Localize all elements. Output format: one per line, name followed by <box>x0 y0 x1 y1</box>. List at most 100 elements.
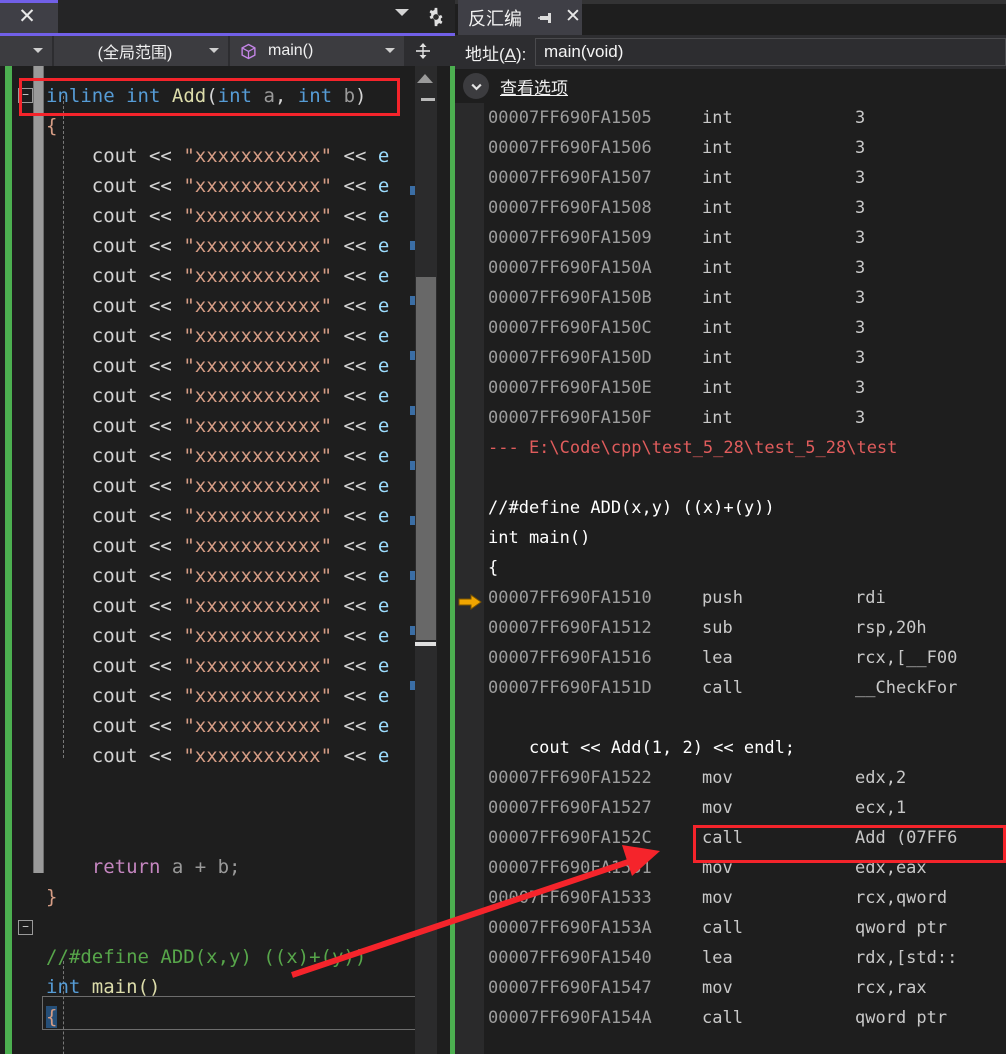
token-cout: cout <box>91 655 138 677</box>
close-icon[interactable]: ✕ <box>18 6 36 27</box>
disassembly-row[interactable]: 00007FF690FA1505 int 3 <box>455 103 1006 133</box>
instruction-operand: 3 <box>855 318 866 338</box>
token-string: "xxxxxxxxxxx" <box>183 685 333 707</box>
instruction-operand: rsp,20h <box>855 618 927 638</box>
project-combo[interactable] <box>0 36 54 66</box>
scroll-tick <box>410 241 415 250</box>
code-editor-surface[interactable]: − − inline int Add(int a, int b) { cout … <box>0 66 455 1054</box>
token-endl-partial: e <box>377 625 390 647</box>
gear-icon[interactable] <box>425 6 447 28</box>
token-endl-partial: e <box>377 685 390 707</box>
chevron-down-icon[interactable] <box>395 9 409 16</box>
token-shift: << <box>343 145 367 167</box>
disassembly-row[interactable]: 00007FF690FA1509 int 3 <box>455 223 1006 253</box>
token-shift: << <box>343 625 367 647</box>
token-cout: cout <box>91 685 138 707</box>
disassembly-row[interactable]: 00007FF690FA1522 mov edx,2 <box>455 763 1006 793</box>
token-endl-partial: e <box>377 565 390 587</box>
token-cout: cout <box>91 715 138 737</box>
disassembly-row[interactable]: 00007FF690FA150A int 3 <box>455 253 1006 283</box>
disassembly-row[interactable]: 00007FF690FA150B int 3 <box>455 283 1006 313</box>
chevron-down-icon[interactable] <box>463 73 489 99</box>
pin-icon[interactable] <box>538 10 554 26</box>
token-endl-partial: e <box>377 655 390 677</box>
disassembly-row[interactable]: 00007FF690FA150D int 3 <box>455 343 1006 373</box>
disassembly-source-line[interactable]: //#define ADD(x,y) ((x)+(y)) <box>455 493 1006 523</box>
source-code-text: { <box>488 558 499 578</box>
close-icon[interactable]: ✕ <box>565 7 581 27</box>
source-code-text: //#define ADD(x,y) ((x)+(y)) <box>488 498 775 518</box>
disassembly-row[interactable]: 00007FF690FA1516 lea rcx,[__F00 <box>455 643 1006 673</box>
instruction-operand: 3 <box>855 138 866 158</box>
token-string: "xxxxxxxxxxx" <box>183 625 333 647</box>
scrollbar-thumb[interactable] <box>416 277 436 640</box>
code-line-cout: cout << "xxxxxxxxxxx" << e <box>46 291 390 321</box>
code-line-cout: cout << "xxxxxxxxxxx" << e <box>46 321 390 351</box>
disassembly-row[interactable]: 00007FF690FA1510 push rdi <box>455 583 1006 613</box>
disassembly-source-line[interactable]: { <box>455 553 1006 583</box>
disassembly-listing[interactable]: 00007FF690FA1505 int 3 00007FF690FA1506 int 3… <box>455 103 1006 1054</box>
editor-tabstrip: ✕ <box>0 0 455 33</box>
disassembly-row[interactable]: 00007FF690FA1508 int 3 <box>455 193 1006 223</box>
disassembly-row[interactable]: 00007FF690FA1512 sub rsp,20h <box>455 613 1006 643</box>
token-string: "xxxxxxxxxxx" <box>183 145 333 167</box>
scroll-tick <box>410 406 415 415</box>
token-shift: << <box>148 745 172 767</box>
instruction-mnemonic: int <box>702 378 733 398</box>
scope-combo[interactable]: (全局范围) <box>54 36 230 66</box>
scroll-up-arrow-icon[interactable] <box>417 74 433 83</box>
view-options-row[interactable]: 查看选项 <box>455 69 1006 103</box>
function-combo[interactable]: main() <box>230 36 406 66</box>
token-shift: << <box>148 715 172 737</box>
instruction-operand: qword ptr <box>855 918 948 938</box>
token-main: main() <box>91 976 161 998</box>
instruction-mnemonic: mov <box>702 888 733 908</box>
token-endl-partial: e <box>377 595 390 617</box>
token-shift: << <box>343 205 367 227</box>
code-line-cout: cout << "xxxxxxxxxxx" << e <box>46 231 390 261</box>
disassembly-row[interactable]: 00007FF690FA1531 mov edx,eax <box>455 853 1006 883</box>
token-string: "xxxxxxxxxxx" <box>183 235 333 257</box>
disassembly-row[interactable]: 00007FF690FA154A call qword ptr <box>455 1003 1006 1033</box>
scroll-tick <box>410 571 415 580</box>
disassembly-source-line[interactable]: cout << Add(1, 2) << endl; <box>455 733 1006 763</box>
disassembly-row[interactable]: 00007FF690FA1547 mov rcx,rax <box>455 973 1006 1003</box>
token-lparen: ( <box>206 85 218 107</box>
token-endl-partial: e <box>377 535 390 557</box>
disassembly-row[interactable]: 00007FF690FA150C int 3 <box>455 313 1006 343</box>
split-view-button[interactable] <box>406 36 440 66</box>
disassembly-row[interactable]: 00007FF690FA1533 mov rcx,qword <box>455 883 1006 913</box>
token-shift: << <box>148 475 172 497</box>
editor-tab-active[interactable]: ✕ <box>0 0 58 33</box>
disassembly-row[interactable]: 00007FF690FA150E int 3 <box>455 373 1006 403</box>
disassembly-row[interactable]: 00007FF690FA1540 lea rdx,[std:: <box>455 943 1006 973</box>
token-endl-partial: e <box>377 505 390 527</box>
disassembly-source-path[interactable]: --- E:\Code\cpp\test_5_28\test_5_28\test <box>455 433 1006 463</box>
instruction-address: 00007FF690FA150B <box>488 288 652 308</box>
disassembly-row[interactable]: 00007FF690FA150F int 3 <box>455 403 1006 433</box>
token-shift: << <box>148 355 172 377</box>
instruction-mnemonic: int <box>702 228 733 248</box>
address-input[interactable]: main(void) <box>535 38 1006 66</box>
disassembly-row[interactable]: 00007FF690FA153A call qword ptr <box>455 913 1006 943</box>
split-window-icon <box>416 43 430 59</box>
disassembly-row[interactable]: 00007FF690FA152C call Add (07FF6 <box>455 823 1006 853</box>
disassembly-row[interactable]: 00007FF690FA1507 int 3 <box>455 163 1006 193</box>
instruction-operand: edx,2 <box>855 768 907 788</box>
disassembly-row[interactable]: 00007FF690FA1527 mov ecx,1 <box>455 793 1006 823</box>
token-shift: << <box>343 325 367 347</box>
view-options-label[interactable]: 查看选项 <box>500 74 568 99</box>
token-shift: << <box>343 715 367 737</box>
disassembly-source-line[interactable]: int main() <box>455 523 1006 553</box>
disassembly-row[interactable]: 00007FF690FA151D call __CheckFor <box>455 673 1006 703</box>
instruction-operand: 3 <box>855 348 866 368</box>
disassembly-row[interactable]: 00007FF690FA1506 int 3 <box>455 133 1006 163</box>
address-input-value: main(void) <box>544 42 624 61</box>
disassembly-tab[interactable]: 反汇编 <box>458 0 582 35</box>
scroll-tick <box>410 626 415 635</box>
token-string: "xxxxxxxxxxx" <box>183 385 333 407</box>
token-cout: cout <box>91 265 138 287</box>
code-line-cout: cout << "xxxxxxxxxxx" << e <box>46 351 390 381</box>
instruction-operand: rcx,rax <box>855 978 927 998</box>
token-int2: int <box>217 85 252 107</box>
